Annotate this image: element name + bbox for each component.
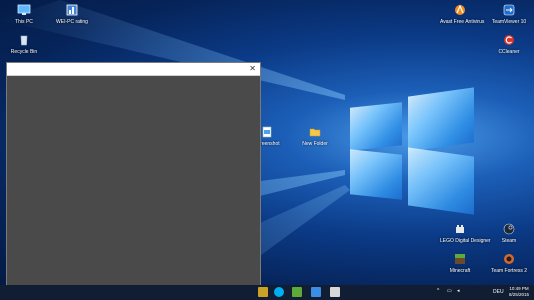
close-button[interactable]: ✕ — [249, 64, 256, 74]
desktop-icon-new-folder[interactable]: New Folder — [295, 125, 335, 147]
teamviewer-icon — [502, 3, 516, 17]
taskbar-app-icon-1[interactable] — [258, 287, 268, 297]
window-title-bar[interactable]: ✕ — [7, 63, 260, 76]
minecraft-icon — [453, 252, 467, 266]
desktop-icon-steam[interactable]: Steam — [489, 222, 529, 244]
volume-icon[interactable]: ◂ — [457, 288, 460, 294]
avast-label: Avast Free Antivirus — [440, 19, 485, 25]
ccleaner-label: CCleaner — [498, 49, 520, 55]
desktop-icon-ccleaner[interactable]: CCleaner — [489, 33, 529, 55]
desktop-icon-recycle-bin[interactable]: Recycle Bin — [4, 33, 44, 55]
taskbar: ^ ▭ ◂ DEU 10:49 PM 8/25/2015 — [0, 285, 534, 300]
recycle-bin-label: Recycle Bin — [10, 49, 38, 55]
recycle-bin-icon — [17, 33, 31, 47]
this-pc-label: This PC — [15, 19, 33, 25]
new-folder-label: New Folder — [302, 141, 328, 147]
logo-pane-bottom-right — [408, 147, 474, 215]
image-file-icon — [260, 125, 274, 139]
tray-up-arrow-icon[interactable]: ^ — [437, 288, 439, 294]
tf2-label: Team Fortress 2 — [490, 268, 528, 274]
rating-icon — [65, 3, 79, 17]
desktop-icon-teamviewer[interactable]: TeamViewer 10 — [489, 3, 529, 25]
window-content — [7, 76, 260, 299]
taskbar-app-icon-5[interactable] — [330, 287, 340, 297]
computer-icon — [17, 3, 31, 17]
minecraft-label: Minecraft — [449, 268, 471, 274]
lego-label: LEGO Digital Designer — [440, 238, 491, 244]
logo-pane-bottom-left — [350, 149, 402, 200]
lego-icon — [453, 222, 467, 236]
wei-rating-label: WEI-PC rating — [56, 19, 88, 25]
blank-window[interactable]: ✕ — [6, 62, 261, 300]
logo-pane-top-left — [350, 102, 402, 151]
desktop-icon-tf2[interactable]: Team Fortress 2 — [489, 252, 529, 274]
steam-label: Steam — [501, 238, 517, 244]
logo-pane-top-right — [408, 87, 474, 152]
network-icon[interactable]: ▭ — [447, 288, 452, 294]
teamviewer-label: TeamViewer 10 — [491, 19, 527, 25]
desktop-icon-avast[interactable]: Avast Free Antivirus — [440, 3, 485, 25]
clock[interactable]: 10:49 PM 8/25/2015 — [509, 286, 529, 298]
desktop-icon-this-pc[interactable]: This PC — [4, 3, 44, 25]
folder-icon — [308, 125, 322, 139]
skype-icon[interactable] — [274, 287, 284, 297]
ccleaner-icon — [502, 33, 516, 47]
tf2-icon — [502, 252, 516, 266]
minecraft-taskbar-icon[interactable] — [292, 287, 302, 297]
desktop-icon-lego[interactable]: LEGO Digital Designer — [440, 222, 491, 244]
desktop-icon-wei-rating[interactable]: WEI-PC rating — [52, 3, 92, 25]
desktop-icon-minecraft[interactable]: Minecraft — [440, 252, 480, 274]
steam-icon — [502, 222, 516, 236]
clock-date: 8/25/2015 — [508, 292, 529, 297]
mail-icon[interactable] — [311, 287, 321, 297]
avast-icon — [453, 3, 467, 17]
language-indicator[interactable]: DEU — [493, 289, 504, 295]
